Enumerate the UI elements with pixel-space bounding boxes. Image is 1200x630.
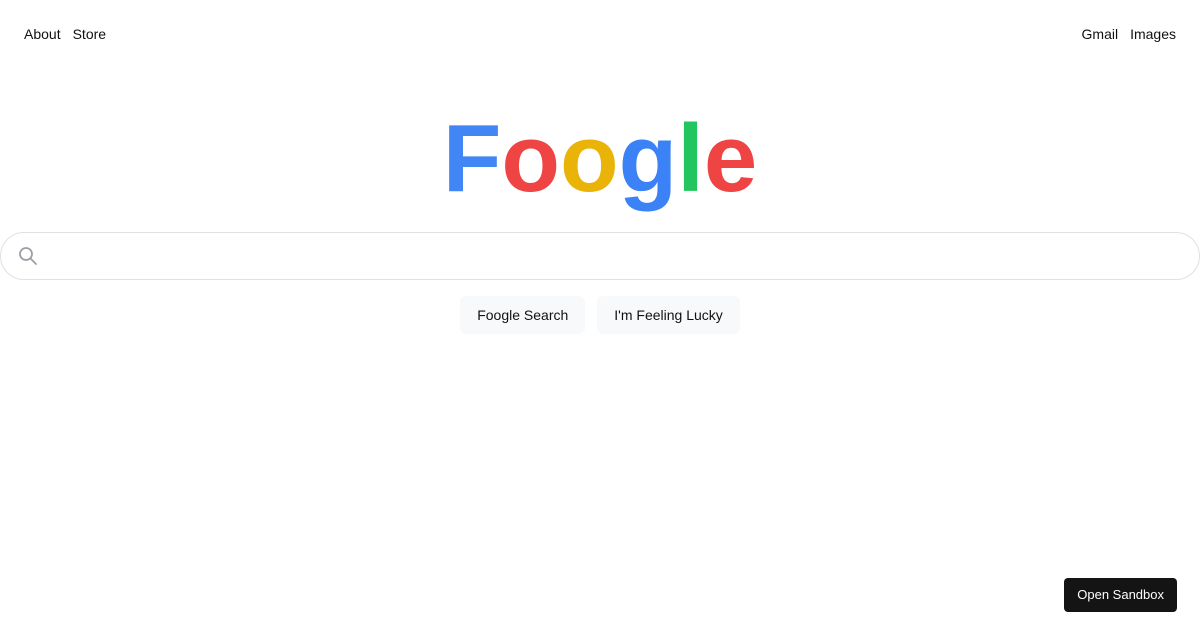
top-navigation: About Store Gmail Images [24,24,1176,44]
search-bar[interactable] [0,232,1200,280]
gmail-link[interactable]: Gmail [1082,24,1119,44]
logo-letter-o-first: o [501,105,560,212]
top-nav-right: Gmail Images [1082,24,1176,44]
logo-letter-f: F [442,105,502,212]
top-nav-left: About Store [24,24,106,44]
foogle-search-button[interactable]: Foogle Search [460,296,586,334]
search-input[interactable] [49,236,1183,276]
images-link[interactable]: Images [1130,24,1176,44]
logo-letter-e: e [703,105,758,212]
search-buttons: Foogle Search I'm Feeling Lucky [0,296,1200,334]
logo-letter-o-second: o [559,105,619,212]
search-home-page: About Store Gmail Images Foogle Foogle S… [0,0,1200,630]
foogle-logo: Foogle [0,104,1200,214]
store-link[interactable]: Store [73,24,106,44]
search-icon [17,245,39,267]
about-link[interactable]: About [24,24,61,44]
logo-letter-g: g [618,105,678,212]
feeling-lucky-button[interactable]: I'm Feeling Lucky [597,296,740,334]
open-sandbox-button[interactable]: Open Sandbox [1064,578,1177,612]
logo-letter-l: l [677,105,704,212]
